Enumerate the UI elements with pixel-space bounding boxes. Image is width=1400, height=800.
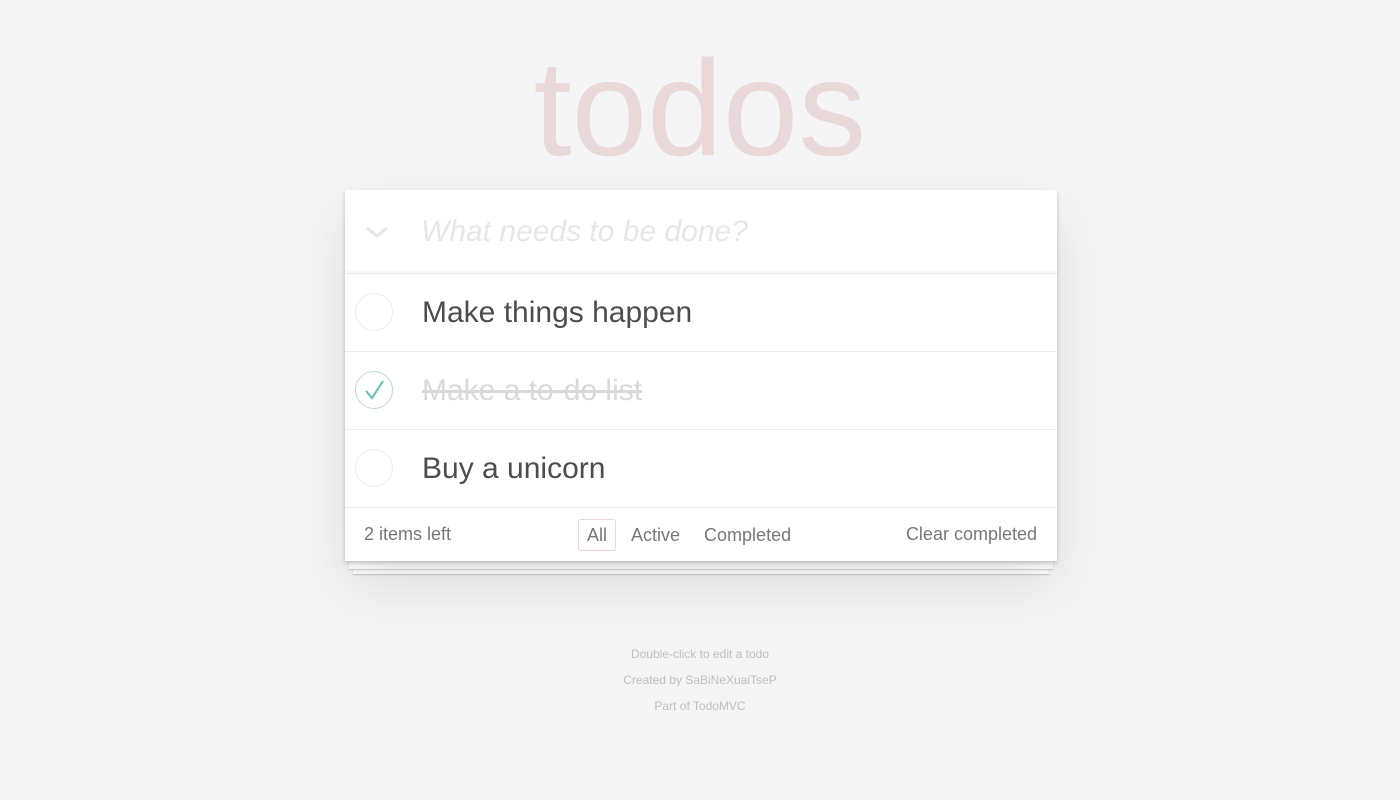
todo-label[interactable]: Buy a unicorn bbox=[422, 430, 605, 507]
todo-item[interactable]: Make things happen bbox=[345, 274, 1057, 352]
todo-footer: 2 items left All Active Completed Clear … bbox=[345, 508, 1057, 561]
filter-completed[interactable]: Completed bbox=[695, 519, 800, 551]
clear-completed-button[interactable]: Clear completed bbox=[906, 508, 1037, 561]
todo-item[interactable]: Make a to-do list bbox=[345, 352, 1057, 430]
checkmark-icon bbox=[365, 380, 384, 400]
info-hint: Double-click to edit a todo bbox=[630, 647, 770, 661]
todo-toggle[interactable] bbox=[355, 449, 393, 487]
todo-count: 2 items left bbox=[364, 524, 452, 544]
chevron-down-icon bbox=[366, 226, 388, 238]
todo-list: Make things happen Make a to-do list Buy… bbox=[345, 274, 1057, 508]
app-title: todos bbox=[533, 32, 867, 184]
todo-label[interactable]: Make things happen bbox=[422, 274, 692, 351]
new-todo-input[interactable] bbox=[421, 190, 1041, 273]
todo-toggle[interactable] bbox=[355, 293, 393, 331]
toggle-all-button[interactable] bbox=[345, 190, 409, 273]
info-part-of: Part of TodoMVC bbox=[654, 699, 746, 713]
todo-app: Make things happen Make a to-do list Buy… bbox=[345, 190, 1057, 561]
todo-label[interactable]: Make a to-do list bbox=[422, 352, 642, 429]
info-footer: Double-click to edit a todo Created by S… bbox=[0, 641, 1400, 719]
todo-item[interactable]: Buy a unicorn bbox=[345, 430, 1057, 508]
filter-active[interactable]: Active bbox=[622, 519, 689, 551]
filters: All Active Completed bbox=[578, 519, 800, 551]
filter-all[interactable]: All bbox=[578, 519, 617, 551]
info-created-by: Created by SaBiNeXuaiTseP bbox=[623, 673, 777, 687]
todo-toggle[interactable] bbox=[355, 371, 393, 409]
stack-shadow-front bbox=[349, 561, 1053, 569]
new-todo-row bbox=[345, 190, 1057, 274]
